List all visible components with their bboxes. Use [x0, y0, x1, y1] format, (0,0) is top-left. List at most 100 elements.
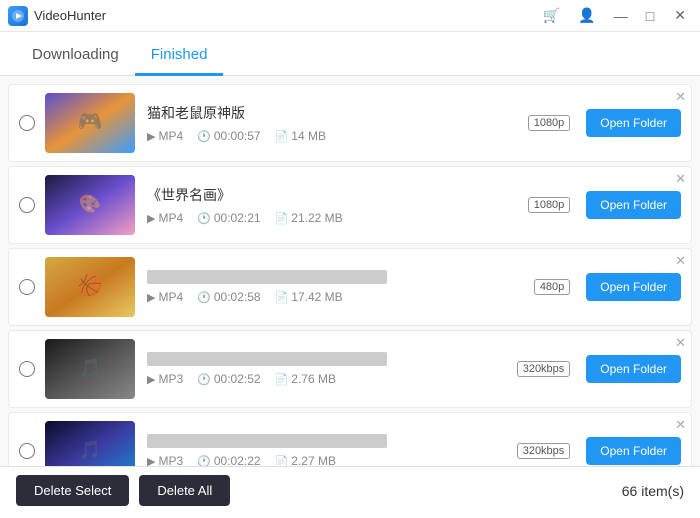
items-list: 🎮 猫和老鼠原神版 ▶ MP4 🕐 00:00:57 📄 14 MB	[0, 76, 700, 466]
duration-3: 🕐 00:02:58	[197, 290, 260, 304]
minimize-icon[interactable]: □	[642, 6, 658, 26]
remove-item-5[interactable]: ✕	[675, 418, 686, 431]
item-title-1: 猫和老鼠原神版	[147, 103, 467, 123]
file-icon-3: 📄	[275, 291, 289, 304]
app-title: VideoHunter	[34, 8, 106, 23]
format-2: ▶ MP4	[147, 211, 183, 225]
format-icon-5: ▶	[147, 455, 155, 467]
item-actions-4: 320kbps Open Folder	[517, 355, 681, 383]
svg-text:🎵: 🎵	[79, 440, 101, 460]
list-item: 🎵 ▶ MP3 🕐 00:02:52 📄 2.76 MB	[8, 330, 692, 408]
item-info-3: ▶ MP4 🕐 00:02:58 📄 17.42 MB	[147, 270, 534, 304]
remove-item-4[interactable]: ✕	[675, 336, 686, 349]
format-1: ▶ MP4	[147, 129, 183, 143]
duration-4: 🕐 00:02:52	[197, 372, 260, 386]
tab-finished[interactable]: Finished	[135, 36, 224, 76]
item-radio-2[interactable]	[19, 197, 35, 213]
item-actions-2: 1080p Open Folder	[528, 191, 681, 219]
format-4: ▶ MP3	[147, 372, 183, 386]
format-icon-2: ▶	[147, 212, 155, 225]
size-1: 📄 14 MB	[275, 129, 326, 143]
item-radio-3[interactable]	[19, 279, 35, 295]
svg-text:🎵: 🎵	[79, 358, 101, 378]
item-actions-3: 480p Open Folder	[534, 273, 681, 301]
list-item: 🎨 《世界名画》 ▶ MP4 🕐 00:02:21 📄 21.22 MB	[8, 166, 692, 244]
duration-5: 🕐 00:02:22	[197, 454, 260, 466]
item-actions-5: 320kbps Open Folder	[517, 437, 681, 465]
clock-icon-4: 🕐	[197, 373, 211, 386]
file-icon-1: 📄	[275, 130, 289, 143]
list-item: 🎵 ▶ MP3 🕐 00:02:22 📄 2.27 MB	[8, 412, 692, 466]
item-count: 66 item(s)	[622, 483, 684, 499]
remove-item-1[interactable]: ✕	[675, 90, 686, 103]
open-folder-btn-4[interactable]: Open Folder	[586, 355, 681, 383]
item-info-4: ▶ MP3 🕐 00:02:52 📄 2.76 MB	[147, 352, 517, 386]
list-item: 🏀 ▶ MP4 🕐 00:02:58 📄 17.42 MB	[8, 248, 692, 326]
delete-select-button[interactable]: Delete Select	[16, 475, 129, 506]
thumbnail-1: 🎮	[45, 93, 135, 153]
clock-icon-2: 🕐	[197, 212, 211, 225]
item-info-1: 猫和老鼠原神版 ▶ MP4 🕐 00:00:57 📄 14 MB	[147, 103, 528, 143]
item-radio-5[interactable]	[19, 443, 35, 459]
open-folder-btn-2[interactable]: Open Folder	[586, 191, 681, 219]
titlebar-controls: 🛒 👤 — □ ✕	[539, 5, 692, 26]
item-title-2: 《世界名画》	[147, 185, 467, 205]
tab-downloading[interactable]: Downloading	[16, 36, 135, 76]
remove-item-2[interactable]: ✕	[675, 172, 686, 185]
item-actions-1: 1080p Open Folder	[528, 109, 681, 137]
user-icon[interactable]: 👤	[574, 5, 599, 26]
size-3: 📄 17.42 MB	[275, 290, 343, 304]
thumbnail-5: 🎵	[45, 421, 135, 466]
svg-text:🎮: 🎮	[78, 111, 103, 133]
open-folder-btn-3[interactable]: Open Folder	[586, 273, 681, 301]
titlebar-left: VideoHunter	[8, 6, 106, 26]
svg-text:🏀: 🏀	[78, 272, 103, 298]
delete-all-button[interactable]: Delete All	[139, 475, 230, 506]
format-3: ▶ MP4	[147, 290, 183, 304]
svg-text:🎨: 🎨	[79, 193, 101, 214]
thumbnail-4: 🎵	[45, 339, 135, 399]
item-info-2: 《世界名画》 ▶ MP4 🕐 00:02:21 📄 21.22 MB	[147, 185, 528, 225]
item-meta-1: ▶ MP4 🕐 00:00:57 📄 14 MB	[147, 129, 528, 143]
clock-icon-1: 🕐	[197, 130, 211, 143]
item-meta-5: ▶ MP3 🕐 00:02:22 📄 2.27 MB	[147, 454, 517, 466]
clock-icon-5: 🕐	[197, 455, 211, 467]
item-meta-3: ▶ MP4 🕐 00:02:58 📄 17.42 MB	[147, 290, 534, 304]
size-5: 📄 2.27 MB	[275, 454, 336, 466]
item-title-blurred-3	[147, 270, 387, 284]
format-icon-3: ▶	[147, 291, 155, 304]
close-icon[interactable]: ✕	[668, 5, 692, 26]
footer: Delete Select Delete All 66 item(s)	[0, 466, 700, 514]
badge-3: 480p	[534, 279, 570, 295]
app-icon	[8, 6, 28, 26]
file-icon-5: 📄	[275, 455, 289, 467]
format-icon-4: ▶	[147, 373, 155, 386]
item-title-blurred-4	[147, 352, 387, 366]
badge-2: 1080p	[528, 197, 571, 213]
list-item: 🎮 猫和老鼠原神版 ▶ MP4 🕐 00:00:57 📄 14 MB	[8, 84, 692, 162]
badge-5: 320kbps	[517, 443, 571, 459]
item-info-5: ▶ MP3 🕐 00:02:22 📄 2.27 MB	[147, 434, 517, 466]
duration-2: 🕐 00:02:21	[197, 211, 260, 225]
item-title-blurred-5	[147, 434, 387, 448]
item-meta-2: ▶ MP4 🕐 00:02:21 📄 21.22 MB	[147, 211, 528, 225]
thumbnail-3: 🏀	[45, 257, 135, 317]
badge-1: 1080p	[528, 115, 571, 131]
item-radio-4[interactable]	[19, 361, 35, 377]
thumbnail-2: 🎨	[45, 175, 135, 235]
remove-item-3[interactable]: ✕	[675, 254, 686, 267]
size-2: 📄 21.22 MB	[275, 211, 343, 225]
cart-icon[interactable]: 🛒	[539, 5, 564, 26]
format-5: ▶ MP3	[147, 454, 183, 466]
footer-buttons: Delete Select Delete All	[16, 475, 230, 506]
item-radio-1[interactable]	[19, 115, 35, 131]
menu-icon[interactable]: —	[610, 6, 632, 26]
file-icon-2: 📄	[275, 212, 289, 225]
duration-1: 🕐 00:00:57	[197, 129, 260, 143]
open-folder-btn-5[interactable]: Open Folder	[586, 437, 681, 465]
open-folder-btn-1[interactable]: Open Folder	[586, 109, 681, 137]
titlebar: VideoHunter 🛒 👤 — □ ✕	[0, 0, 700, 32]
badge-4: 320kbps	[517, 361, 571, 377]
file-icon-4: 📄	[275, 373, 289, 386]
clock-icon-3: 🕐	[197, 291, 211, 304]
